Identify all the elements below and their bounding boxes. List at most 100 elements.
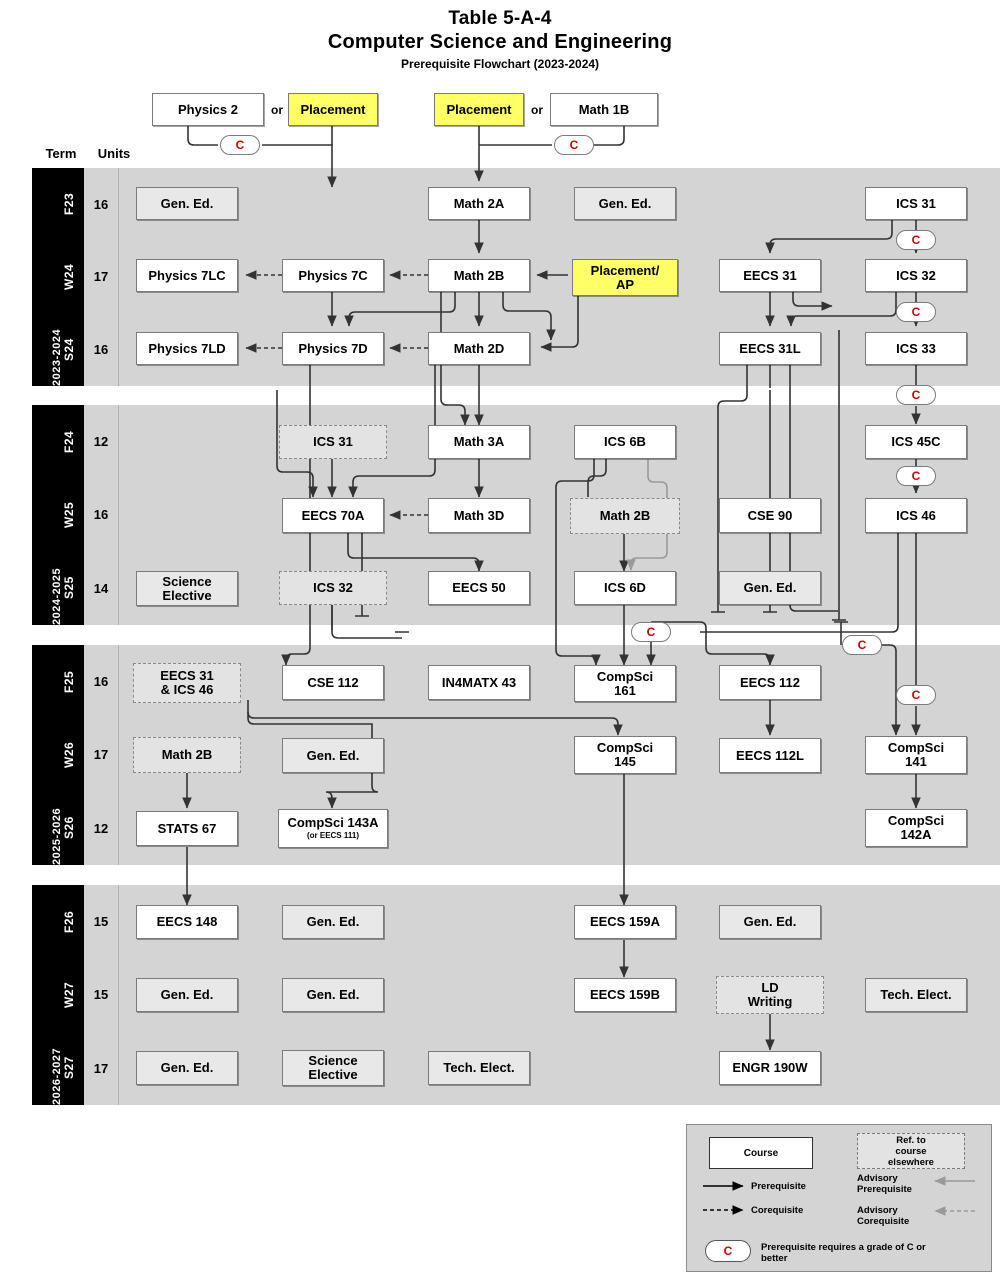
legend-adv-prereq-line-1: Advisory: [857, 1173, 898, 1184]
title-line-2: Computer Science and Engineering: [327, 31, 673, 53]
course-eecs-31l[interactable]: EECS 31L: [719, 332, 821, 365]
course-math-3a[interactable]: Math 3A: [428, 425, 530, 459]
course-cse-112[interactable]: CSE 112: [282, 665, 384, 700]
compsci141-line-2: 141: [905, 754, 927, 769]
course-math-1b[interactable]: Math 1B: [550, 93, 658, 126]
course-physics-7ld[interactable]: Physics 7LD: [136, 332, 238, 365]
course-eecs-148[interactable]: EECS 148: [136, 905, 238, 939]
course-gen-ed-f26-b[interactable]: Gen. Ed.: [719, 905, 821, 939]
course-placement-1[interactable]: Placement: [288, 93, 378, 126]
course-engr-190w[interactable]: ENGR 190W: [719, 1051, 821, 1085]
course-compsci-141[interactable]: CompSci 141: [865, 736, 967, 774]
course-compsci-161[interactable]: CompSci 161: [574, 665, 676, 702]
course-gen-ed-w27-b[interactable]: Gen. Ed.: [282, 978, 384, 1012]
connector-or-2: or: [531, 102, 543, 117]
course-physics-2[interactable]: Physics 2: [152, 93, 264, 126]
course-stats-67[interactable]: STATS 67: [136, 811, 238, 846]
course-ics-6b[interactable]: ICS 6B: [574, 425, 676, 459]
course-ics-32-w24[interactable]: ICS 32: [865, 259, 967, 292]
course-ref-math-2b-y3[interactable]: Math 2B: [133, 737, 241, 773]
course-ref-ld-writing[interactable]: LD Writing: [716, 976, 824, 1014]
course-math-2a[interactable]: Math 2A: [428, 187, 530, 220]
grade-c-badge-physics2: C: [220, 135, 260, 155]
course-compsci-143a[interactable]: CompSci 143A (or EECS 111): [278, 809, 388, 848]
legend-ref-line-3: elsewhere: [888, 1156, 934, 1168]
connector-or-1: or: [271, 102, 283, 117]
science-elective-line-1: Science: [162, 573, 212, 589]
course-ics-45c[interactable]: ICS 45C: [865, 425, 967, 459]
compsci161-line-1: CompSci: [596, 668, 654, 684]
legend-panel: Course Ref. to course elsewhere Prerequi…: [686, 1124, 992, 1272]
course-placement-2[interactable]: Placement: [434, 93, 524, 126]
course-eecs-159a[interactable]: EECS 159A: [574, 905, 676, 939]
units-w26: 17: [93, 747, 109, 762]
units-w25: 16: [93, 507, 109, 522]
course-gen-ed-s25[interactable]: Gen. Ed.: [719, 571, 821, 605]
course-placement-ap[interactable]: Placement/ AP: [572, 259, 678, 296]
course-eecs-50[interactable]: EECS 50: [428, 571, 530, 605]
legend-ref-line-1: Ref. to: [896, 1134, 926, 1146]
course-cse-90[interactable]: CSE 90: [719, 498, 821, 533]
term-label-f23: F23: [62, 192, 76, 216]
course-physics-7c[interactable]: Physics 7C: [282, 259, 384, 292]
placement-ap-line-1: Placement/: [590, 262, 660, 278]
course-physics-7lc[interactable]: Physics 7LC: [136, 259, 238, 292]
course-physics-7d[interactable]: Physics 7D: [282, 332, 384, 365]
compsci145-line-2: 145: [614, 754, 636, 769]
legend-reference-box: Ref. to course elsewhere: [857, 1133, 965, 1169]
legend-advisory-prereq-label: Advisory Prerequisite: [857, 1173, 912, 1195]
grade-c-badge-math1b: C: [554, 135, 594, 155]
course-eecs-112[interactable]: EECS 112: [719, 665, 821, 700]
course-compsci-142a[interactable]: CompSci 142A: [865, 809, 967, 847]
course-ref-math-2b[interactable]: Math 2B: [570, 498, 680, 534]
term-label-s26: S26: [62, 816, 76, 840]
legend-course-box: Course: [709, 1137, 813, 1169]
course-ref-ics-31[interactable]: ICS 31: [279, 425, 387, 459]
ld-writing-line-2: Writing: [747, 994, 793, 1009]
course-ics-31-f23[interactable]: ICS 31: [865, 187, 967, 220]
legend-advisory-coreq-label: Advisory Corequisite: [857, 1205, 909, 1227]
title-line-1: Table 5-A-4: [448, 8, 552, 29]
course-gen-ed-w27-a[interactable]: Gen. Ed.: [136, 978, 238, 1012]
course-ref-eecs-31-ics-46[interactable]: EECS 31 & ICS 46: [133, 663, 241, 703]
course-gen-ed-f26-a[interactable]: Gen. Ed.: [282, 905, 384, 939]
course-ics-33[interactable]: ICS 33: [865, 332, 967, 365]
term-label-w24: W24: [62, 263, 76, 290]
units-s24: 16: [93, 342, 109, 357]
course-ics-46[interactable]: ICS 46: [865, 498, 967, 533]
course-tech-elect-s27[interactable]: Tech. Elect.: [428, 1051, 530, 1085]
legend-adv-prereq-line-2: Prerequisite: [857, 1184, 912, 1195]
course-eecs-31[interactable]: EECS 31: [719, 259, 821, 292]
units-f25: 16: [93, 674, 109, 689]
course-science-elective-s25[interactable]: Science Elective: [136, 571, 238, 606]
course-math-2d[interactable]: Math 2D: [428, 332, 530, 365]
course-tech-elect-w27[interactable]: Tech. Elect.: [865, 978, 967, 1012]
units-s25: 14: [93, 580, 109, 596]
course-ics-6d[interactable]: ICS 6D: [574, 571, 676, 605]
course-in4matx-43[interactable]: IN4MATX 43: [428, 665, 530, 700]
units-f26: 15: [93, 914, 109, 929]
eecs31-ics46-line-2: & ICS 46: [160, 682, 214, 697]
course-eecs-70a[interactable]: EECS 70A: [282, 498, 384, 533]
term-label-w25: W25: [62, 501, 76, 528]
legend-adv-coreq-line-1: Advisory: [857, 1205, 898, 1216]
course-compsci-145[interactable]: CompSci 145: [574, 736, 676, 774]
term-label-s24: S24: [62, 338, 76, 361]
course-gen-ed-f23-b[interactable]: Gen. Ed.: [574, 187, 676, 220]
course-math-2b-w24[interactable]: Math 2B: [428, 259, 530, 292]
term-label-w27: W27: [62, 981, 76, 1008]
course-gen-ed-f23-a[interactable]: Gen. Ed.: [136, 187, 238, 220]
grade-c-badge-ics45c-ics46: C: [896, 466, 936, 486]
course-gen-ed-s27[interactable]: Gen. Ed.: [136, 1051, 238, 1085]
units-s27: 17: [93, 1060, 109, 1076]
legend-grade-note: Prerequisite requires a grade of C or be…: [761, 1242, 986, 1264]
course-ref-ics-32[interactable]: ICS 32: [279, 571, 387, 605]
course-eecs-112l[interactable]: EECS 112L: [719, 738, 821, 773]
legend-prerequisite-label: Prerequisite: [751, 1181, 806, 1192]
course-gen-ed-w26[interactable]: Gen. Ed.: [282, 738, 384, 773]
ld-writing-line-1: LD: [761, 980, 779, 995]
course-math-3d[interactable]: Math 3D: [428, 498, 530, 533]
course-eecs-159b[interactable]: EECS 159B: [574, 978, 676, 1012]
legend-corequisite-label: Corequisite: [751, 1205, 804, 1216]
course-science-elective-s27[interactable]: Science Elective: [282, 1050, 384, 1086]
